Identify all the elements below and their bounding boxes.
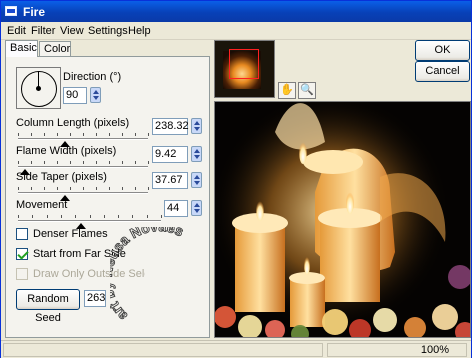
zoom-level: 100% [420, 344, 449, 356]
window-icon[interactable] [5, 6, 17, 16]
draw-outside-selection-checkbox [16, 268, 28, 280]
flame-width-label: Flame Width (pixels) [16, 145, 117, 157]
movement-slider-track[interactable] [18, 220, 161, 222]
menu-bar: Edit Filter View Settings Help [1, 22, 471, 40]
column-length-ticks [18, 133, 149, 137]
column-length-label: Column Length (pixels) [16, 117, 130, 129]
column-length-spinner[interactable] [191, 118, 202, 134]
flame-width-spinner[interactable] [191, 146, 202, 162]
preview-navigator[interactable] [214, 40, 275, 98]
menu-settings[interactable]: Settings [88, 25, 128, 37]
fire-dialog-window: Fire Edit Filter View Settings Help Basi… [0, 0, 472, 358]
watermark-text: art by Neusa Novaes [110, 227, 187, 325]
random-seed-input[interactable]: 263 [84, 290, 106, 307]
denser-flames-label: Denser Flames [33, 228, 108, 240]
flame-width-input[interactable]: 9.42 [152, 146, 188, 163]
flame-width-ticks [18, 161, 149, 165]
menu-edit[interactable]: Edit [7, 25, 26, 37]
direction-spinner[interactable] [90, 87, 101, 103]
window-title: Fire [23, 5, 46, 19]
movement-input[interactable]: 44 [164, 200, 188, 217]
tab-basic[interactable]: Basic [5, 40, 38, 57]
title-bar[interactable]: Fire [1, 1, 471, 22]
basic-settings-panel: Direction (°) 90 Column Length (pixels) 2… [5, 56, 210, 338]
cancel-button[interactable]: Cancel [415, 61, 470, 82]
direction-input[interactable]: 90 [63, 87, 87, 104]
ok-button[interactable]: OK [415, 40, 470, 61]
side-taper-label: Side Taper (pixels) [16, 171, 107, 183]
menu-filter[interactable]: Filter [31, 25, 55, 37]
dial-hub [36, 86, 41, 91]
random-seed-button[interactable]: Random Seed [16, 289, 80, 324]
denser-flames-checkbox[interactable] [16, 228, 28, 240]
preview-canvas[interactable] [214, 101, 471, 338]
tab-color[interactable]: Color [39, 41, 71, 57]
svg-text:art by Neusa Novaes: art by Neusa Novaes [110, 227, 186, 324]
column-length-input[interactable]: 238.32 [152, 118, 189, 135]
preview-selection-box[interactable] [229, 49, 259, 79]
side-taper-spinner[interactable] [191, 172, 202, 188]
column-length-slider-track[interactable] [18, 138, 148, 140]
movement-ticks [18, 215, 162, 219]
side-taper-input[interactable]: 37.67 [152, 172, 188, 189]
zoom-tool-icon[interactable]: 🔍 [298, 82, 316, 99]
status-bar: 100% [1, 340, 471, 358]
watermark-seal: art by Neusa Novaes [110, 227, 187, 325]
side-taper-slider-track[interactable] [18, 192, 148, 194]
start-far-side-checkbox[interactable] [16, 248, 28, 260]
menu-view[interactable]: View [60, 25, 84, 37]
direction-label: Direction (°) [63, 71, 122, 83]
hand-tool-icon[interactable]: ✋ [278, 82, 296, 99]
menu-help[interactable]: Help [128, 25, 151, 37]
side-taper-ticks [18, 187, 149, 191]
movement-spinner[interactable] [191, 200, 202, 216]
movement-label: Movement [16, 199, 68, 211]
direction-dial[interactable] [16, 67, 61, 109]
flame-width-slider-track[interactable] [18, 166, 148, 168]
status-cell-main [3, 343, 323, 357]
candles-preview-image [215, 102, 470, 337]
